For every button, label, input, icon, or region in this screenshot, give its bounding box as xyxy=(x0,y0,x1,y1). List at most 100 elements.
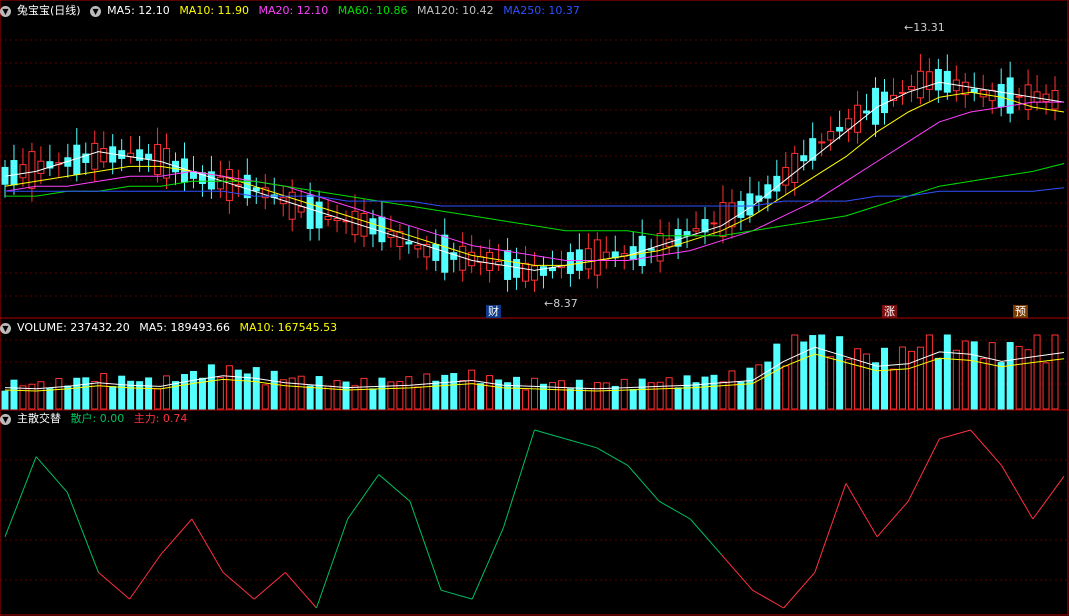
candle-body xyxy=(566,252,574,274)
volume-ma10-label: MA10: 167545.53 xyxy=(239,321,338,334)
volume-bar xyxy=(324,385,332,410)
candle-body xyxy=(360,213,368,237)
indicator-line-segment xyxy=(1001,465,1034,520)
low-price-annotation: ←8.37 xyxy=(544,297,578,310)
candle-body xyxy=(692,228,700,232)
indicator-line-segment xyxy=(378,474,411,502)
indicator-line-segment xyxy=(347,474,380,520)
volume-ma5-label: MA5: 189493.66 xyxy=(139,321,230,334)
candle-body xyxy=(746,193,754,216)
volume-bar xyxy=(333,380,341,410)
volume-bar xyxy=(898,346,906,410)
indicator-line-segment xyxy=(315,518,349,609)
ma10-line xyxy=(4,91,1065,266)
indicator-line-segment xyxy=(783,572,816,609)
candle-body xyxy=(432,243,440,261)
volume-bar xyxy=(943,334,951,410)
volume-bar xyxy=(764,361,772,410)
volume-bar xyxy=(432,380,440,410)
candle-body xyxy=(1033,91,1041,103)
event-tag-cai[interactable]: 财 xyxy=(486,305,501,318)
volume-bar xyxy=(881,347,889,410)
candle-body xyxy=(504,250,512,280)
volume-bar xyxy=(845,358,853,410)
volume-bar xyxy=(889,368,897,410)
candle-body xyxy=(1015,95,1023,98)
indicator-line-segment xyxy=(222,572,255,600)
indicator-line-segment xyxy=(689,518,722,555)
volume-bar xyxy=(934,357,942,410)
candle-body xyxy=(854,104,862,133)
volume-bar xyxy=(423,373,431,410)
settings-toggle-icon[interactable]: ▼ xyxy=(0,5,11,17)
candle-body xyxy=(306,194,314,229)
volume-bar xyxy=(1006,342,1014,410)
indicator-title: 主散交替 xyxy=(17,412,61,425)
main-legend: ▼ 兔宝宝(日线) ▼ MA5: 12.10 MA10: 11.90 MA20: 1… xyxy=(0,4,586,18)
volume-bar xyxy=(737,381,745,410)
candle-body xyxy=(943,70,951,93)
volume-bar xyxy=(46,388,54,410)
indicator-line-segment xyxy=(66,492,99,573)
indicator-line-segment xyxy=(627,465,660,502)
volume-bar xyxy=(1042,362,1050,410)
volume-bar xyxy=(405,376,413,410)
indicator-line-segment xyxy=(534,429,566,440)
volume-bar xyxy=(782,365,790,410)
candle-body xyxy=(522,262,530,282)
indicator-line-segment xyxy=(565,438,597,449)
volume-bar xyxy=(504,382,512,410)
ma10-label: MA10: 11.90 xyxy=(179,4,250,17)
candle-body xyxy=(863,110,871,114)
volume-bar xyxy=(378,377,386,410)
volume-bar xyxy=(988,342,996,410)
candle-body xyxy=(100,148,108,163)
indicator-line-segment xyxy=(1032,475,1065,520)
volume-bar xyxy=(566,388,574,410)
volume-bar xyxy=(827,356,835,410)
volume-bar xyxy=(28,383,36,410)
volume-bar xyxy=(207,364,215,410)
stock-chart[interactable] xyxy=(0,0,1069,616)
candle-body xyxy=(333,218,341,222)
candle-body xyxy=(73,144,81,175)
volume-bar xyxy=(450,373,458,410)
volume-bar xyxy=(10,379,18,410)
indicator-line-segment xyxy=(284,572,317,609)
volume-bar xyxy=(306,385,314,410)
event-tag-zhang[interactable]: 涨 xyxy=(882,305,897,318)
volume-bar xyxy=(818,334,826,410)
volume-bar xyxy=(315,376,323,410)
volume-bar xyxy=(360,377,368,410)
indicator-line-segment xyxy=(876,500,909,538)
volume-bar xyxy=(73,377,81,410)
retail-label: 散户: 0.00 xyxy=(70,412,125,425)
candle-body xyxy=(539,266,547,276)
candle-body xyxy=(656,232,664,262)
candle-body xyxy=(252,187,260,192)
candle-body xyxy=(225,169,233,202)
volume-bar xyxy=(118,375,126,410)
high-price-annotation: ←13.31 xyxy=(904,21,945,34)
volume-bar xyxy=(970,341,978,410)
indicator-line-segment xyxy=(440,589,473,600)
candle-body xyxy=(782,166,790,186)
volume-bar xyxy=(997,362,1005,410)
volume-menu-icon[interactable]: ▼ xyxy=(0,322,11,334)
indicator-line-segment xyxy=(596,447,629,467)
volume-bar xyxy=(629,389,637,410)
indicator-line-segment xyxy=(939,429,971,440)
indicator-menu-icon[interactable]: ▼ xyxy=(90,5,102,17)
ma250-label: MA250: 10.37 xyxy=(503,4,580,17)
indicator-panel-menu-icon[interactable]: ▼ xyxy=(0,413,11,425)
volume-bar xyxy=(252,367,260,410)
volume-bar xyxy=(154,388,162,410)
candle-body xyxy=(154,144,162,176)
indicator-legend: ▼ 主散交替 散户: 0.00 主力: 0.74 xyxy=(0,412,193,426)
volume-bar xyxy=(19,385,27,410)
candle-body xyxy=(1006,77,1014,114)
volume-bar xyxy=(584,387,592,410)
volume-bar xyxy=(369,388,377,410)
volume-bar xyxy=(270,370,278,410)
event-tag-yu[interactable]: 预 xyxy=(1013,305,1028,318)
